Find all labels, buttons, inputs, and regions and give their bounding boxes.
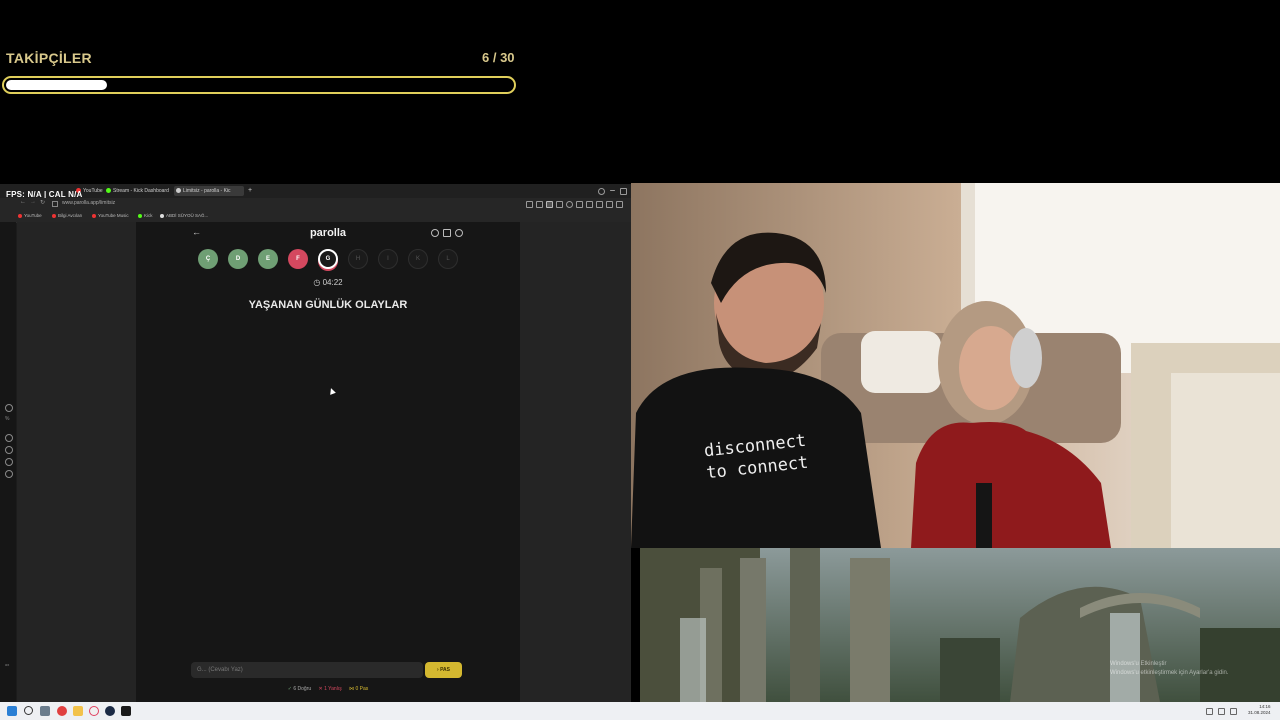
bookmark-bilgi-avcilari[interactable]: Bilgi Avcıları [52,213,82,218]
letter-correct: Ç [198,249,218,269]
letter-correct: E [258,249,278,269]
mouse-cursor-icon [328,387,336,395]
play-icon[interactable] [5,458,13,466]
clock-icon[interactable] [5,434,13,442]
heart-icon[interactable] [566,201,573,208]
folder-icon[interactable] [73,706,83,716]
new-tab-button[interactable]: + [246,186,254,196]
puzzle-icon[interactable] [586,201,593,208]
answer-input[interactable]: G... (Cevabı Yaz) [191,662,423,678]
opera-icon[interactable] [89,706,99,716]
openai-icon[interactable] [5,404,13,412]
parolla-icon [176,188,181,194]
settings-icon[interactable] [5,470,13,478]
page-left-gutter [17,222,136,702]
search-icon[interactable] [24,706,33,715]
wrong-count: ✕ 1 Yanlış [318,686,342,692]
follower-goal-title: TAKİPÇİLER [6,50,92,66]
leaderboard-icon[interactable] [443,229,451,237]
browser-side-rail: % ox [0,222,16,702]
bookmark-abdi[interactable]: ABDİ SÜYOÜ SAĞ... [160,213,208,218]
obs-icon[interactable] [121,706,131,716]
letter-pending: L [438,249,458,269]
search-icon[interactable] [598,188,605,195]
url-field[interactable]: www.parolla.app/limitsiz [62,200,115,206]
home-icon[interactable] [52,201,58,207]
kick-icon [138,213,142,218]
browser-tab-kick-dashboard[interactable]: Stream - Kick Dashboard [104,186,172,196]
letter-pending: K [408,249,428,269]
menu-icon[interactable] [576,201,583,208]
extension-icon[interactable] [526,201,533,208]
windows-taskbar: 14:16 31.08.2024 [0,702,1280,720]
page-right-gutter [520,222,631,702]
score-stats: ✓ 6 Doğru ✕ 1 Yanlış ⋈ 0 Pas [136,686,520,692]
scene-image [640,548,1280,702]
webcam-image [631,183,1280,548]
play-icon[interactable] [556,201,563,208]
browser-tab-bar: YouTube Stream - Kick Dashboard Limitsiz… [0,184,631,198]
bookmark-kick[interactable]: Kick [138,213,153,218]
windows-start-icon[interactable] [7,706,17,716]
youtube-icon [52,213,56,218]
chevron-up-icon[interactable] [1206,708,1213,715]
extension-icon[interactable] [536,201,543,208]
bookmark-youtube[interactable]: YouTube [18,213,42,218]
percent-icon[interactable]: % [5,416,11,422]
forward-nav-icon[interactable]: → [30,199,36,205]
minimize-icon[interactable] [610,190,615,191]
info-icon[interactable] [431,229,439,237]
globe-icon [160,213,164,218]
settings-icon[interactable] [40,706,50,716]
letter-correct: D [228,249,248,269]
letter-pending: H [348,249,368,269]
question-text: YAŞANAN GÜNLÜK OLAYLAR [248,299,408,311]
download-icon[interactable] [606,201,613,208]
youtube-music-icon [92,213,96,218]
browser-tab-parolla[interactable]: Limitsiz - parolla - Kic [174,186,244,196]
settings-icon[interactable] [455,229,463,237]
follower-goal-progress-bar [2,76,516,94]
steam-icon[interactable] [105,706,115,716]
fantasy-waterfall-scene: Windows'u Etkinleştir Windows'u etkinleş… [640,548,1280,702]
network-icon[interactable] [1218,708,1225,715]
shield-icon[interactable] [546,201,553,208]
clock-icon: ◷ [313,278,323,287]
letter-wrong: F [288,249,308,269]
ox-icon[interactable]: ox [5,662,11,668]
pass-count: ⋈ 0 Pas [349,686,369,692]
windows-activation-watermark: Windows'u Etkinleştir Windows'u etkinleş… [1110,661,1229,676]
letter-current: G [318,249,338,269]
pass-button[interactable]: › PAS [425,662,462,678]
back-nav-icon[interactable]: ← [20,199,26,205]
screen-share: YouTube Stream - Kick Dashboard Limitsiz… [0,184,631,702]
address-bar: ← → ↻ www.parolla.app/limitsiz [0,198,631,210]
bookmark-youtube-music[interactable]: YouTube Music [92,213,129,218]
correct-count: ✓ 6 Doğru [287,686,312,692]
follower-goal-count: 6 / 30 [482,50,515,65]
letter-pending: I [378,249,398,269]
settings-icon[interactable] [616,201,623,208]
parolla-game: ← parolla ÇDEFGHIKL ◷ 04:22 YAŞANAN GÜNL… [136,222,520,702]
volume-icon[interactable] [1230,708,1237,715]
follower-goal-progress-fill [6,80,107,90]
chrome-icon[interactable] [57,706,67,716]
share-icon[interactable] [596,201,603,208]
kick-icon [106,188,111,194]
youtube-icon [18,213,22,218]
game-timer: ◷ 04:22 [313,278,343,287]
reload-icon[interactable]: ↻ [40,199,45,206]
taskbar-clock[interactable]: 14:16 31.08.2024 [1248,704,1271,716]
maximize-icon[interactable] [620,188,627,195]
history-icon[interactable] [5,446,13,454]
webcam-feed: disconnect to connect [631,183,1280,548]
